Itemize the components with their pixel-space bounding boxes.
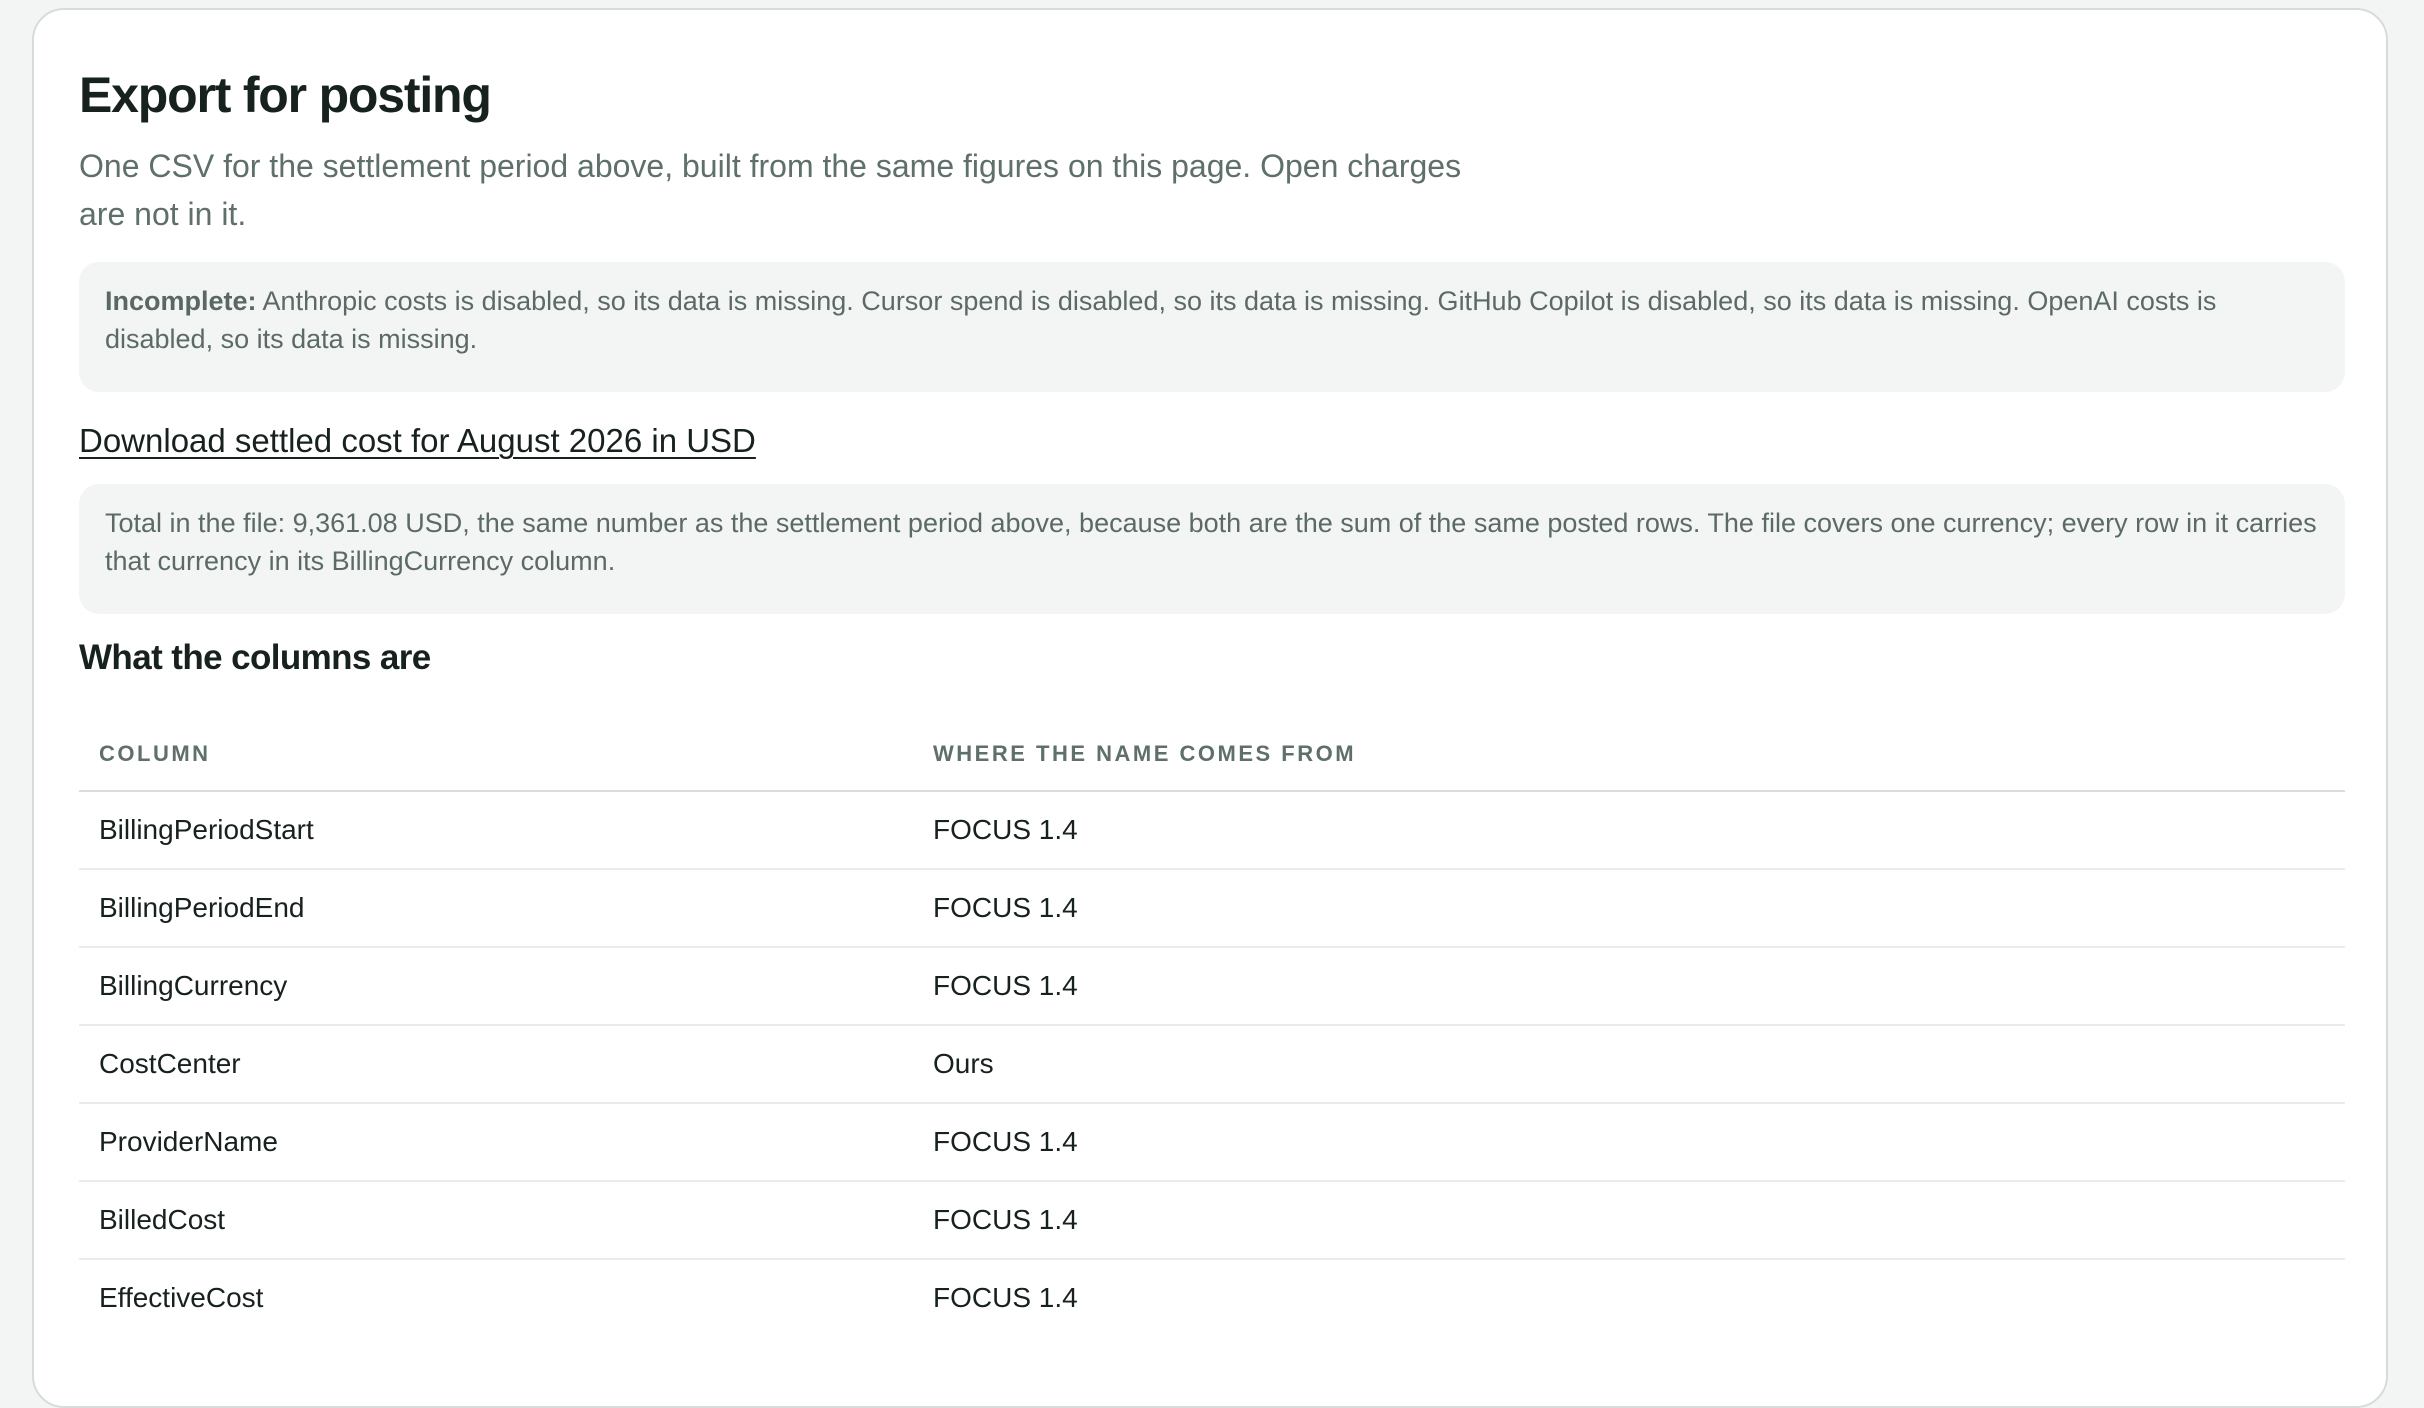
- section-title: Export for posting: [79, 67, 492, 123]
- column-name-cell: CostCenter: [79, 1025, 913, 1104]
- source-header: Where the name comes from: [913, 718, 2345, 792]
- column-name-cell: EffectiveCost: [99, 1282, 264, 1313]
- section-description: One CSV for the settlement period above,…: [79, 148, 1462, 232]
- columns-heading: What the columns are: [79, 638, 431, 677]
- incomplete-text: Anthropic costs is disabled, so its data…: [105, 286, 2217, 354]
- download-csv-link[interactable]: Download settled cost for August 2026 in…: [79, 422, 756, 460]
- column-source-cell: FOCUS 1.4: [913, 791, 2345, 870]
- column-source-cell: FOCUS 1.4: [913, 1181, 2345, 1260]
- table-row: ProviderName FOCUS 1.4: [79, 1103, 2345, 1182]
- column-source-cell: FOCUS 1.4: [913, 869, 2345, 948]
- total-note-text: Total in the file: 9,361.08 USD, the sam…: [105, 508, 2317, 576]
- column-name-cell: BillingCurrency: [79, 947, 913, 1026]
- column-name-cell: BillingPeriodStart: [79, 791, 913, 870]
- table-row: BilledCost FOCUS 1.4: [79, 1181, 2345, 1260]
- column-source-cell: FOCUS 1.4: [913, 1103, 2345, 1182]
- column-source-cell: FOCUS 1.4: [913, 947, 2345, 1026]
- table-row: BillingCurrency FOCUS 1.4: [79, 947, 2345, 1026]
- column-header: Column: [79, 718, 913, 792]
- column-name-cell: BillingPeriodEnd: [79, 869, 913, 948]
- column-source-cell: FOCUS 1.4: [933, 1282, 1078, 1313]
- incomplete-label: Incomplete:: [105, 286, 257, 316]
- table-row: EffectiveCost FOCUS 1.4: [79, 1259, 2345, 1336]
- column-name-cell: BilledCost: [79, 1181, 913, 1260]
- column-source-cell: Ours: [913, 1025, 2345, 1104]
- export-card: Export for posting One CSV for the settl…: [32, 8, 2388, 1408]
- table-row: CostCenter Ours: [79, 1025, 2345, 1104]
- incomplete-notice: Incomplete: Anthropic costs is disabled,…: [79, 262, 2345, 392]
- table-header-row: Column Where the name comes from: [79, 718, 2345, 792]
- columns-table: Column Where the name comes from Billing…: [79, 718, 2345, 1336]
- table-row: BillingPeriodEnd FOCUS 1.4: [79, 869, 2345, 948]
- total-note: Total in the file: 9,361.08 USD, the sam…: [79, 484, 2345, 614]
- column-name-cell: ProviderName: [79, 1103, 913, 1182]
- table-row: BillingPeriodStart FOCUS 1.4: [79, 791, 2345, 870]
